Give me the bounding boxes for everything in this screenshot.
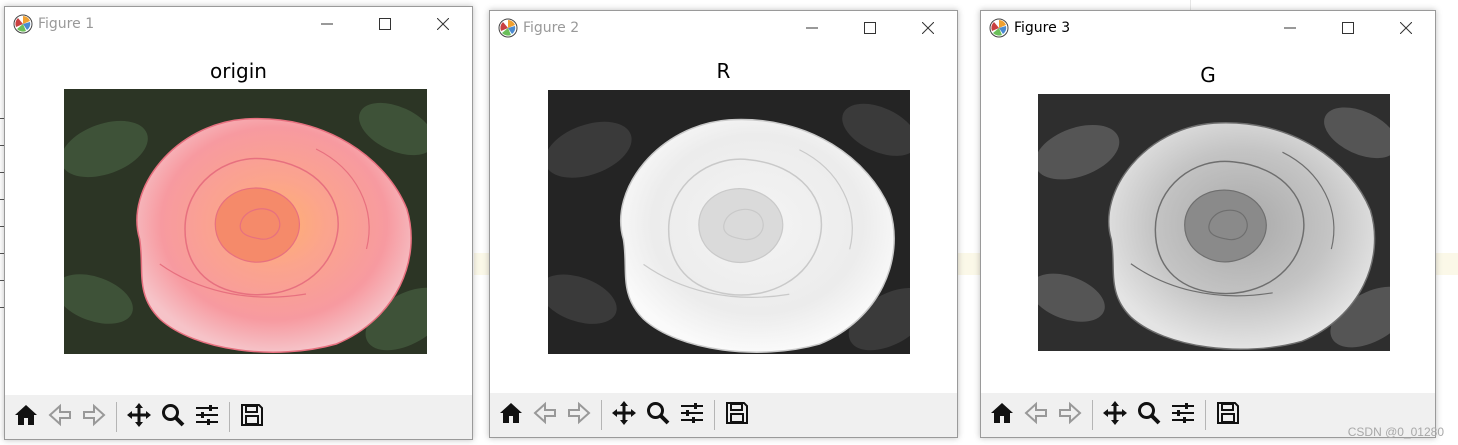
desktop: Figure 1 origin Figure 2 R Figure 3 G CS…: [0, 0, 1458, 445]
pan-icon: [1102, 400, 1128, 430]
window-title: Figure 3: [1014, 20, 1071, 36]
pan-icon: [126, 402, 152, 432]
save-button[interactable]: [235, 399, 269, 435]
forward-arrow-icon: [82, 403, 106, 431]
figure-canvas[interactable]: R: [490, 45, 957, 395]
navigation-toolbar: [490, 393, 957, 437]
zoom-icon: [646, 401, 670, 429]
back-button[interactable]: [1019, 397, 1053, 433]
close-icon: [922, 22, 934, 34]
home-icon: [14, 403, 38, 431]
figure-window[interactable]: Figure 2 R: [489, 10, 958, 438]
pan-button[interactable]: [122, 399, 156, 435]
zoom-icon: [1137, 401, 1161, 429]
home-icon: [990, 401, 1014, 429]
plot-title: origin: [210, 59, 267, 83]
configure-subplots-icon: [680, 401, 704, 429]
toolbar-separator: [714, 400, 715, 430]
window-title: Figure 1: [38, 16, 95, 32]
maximize-button[interactable]: [841, 11, 899, 45]
close-icon: [437, 18, 449, 30]
forward-arrow-icon: [1058, 401, 1082, 429]
pan-icon: [611, 400, 637, 430]
forward-button[interactable]: [1053, 397, 1087, 433]
matplotlib-app-icon: [989, 18, 1009, 38]
back-arrow-icon: [48, 403, 72, 431]
watermark: CSDN @0_01280: [1347, 425, 1444, 439]
back-arrow-icon: [1024, 401, 1048, 429]
zoom-button[interactable]: [641, 397, 675, 433]
pan-button[interactable]: [1098, 397, 1132, 433]
save-button[interactable]: [720, 397, 754, 433]
forward-arrow-icon: [567, 401, 591, 429]
forward-button[interactable]: [562, 397, 596, 433]
figure-canvas[interactable]: G: [981, 45, 1435, 395]
home-icon: [499, 401, 523, 429]
pan-button[interactable]: [607, 397, 641, 433]
minimize-icon: [1284, 22, 1296, 34]
plot-title: R: [716, 59, 731, 83]
minimize-button[interactable]: [783, 11, 841, 45]
rose-red-channel-image: [548, 90, 910, 354]
close-button[interactable]: [899, 11, 957, 45]
figure-window[interactable]: Figure 3 G: [980, 10, 1436, 438]
toolbar-separator: [1092, 400, 1093, 430]
plot-title: G: [1200, 63, 1216, 87]
save-icon: [240, 403, 264, 431]
background-divider: [1190, 0, 1191, 10]
close-button[interactable]: [1377, 11, 1435, 45]
title-bar[interactable]: Figure 1: [5, 7, 472, 41]
toolbar-separator: [601, 400, 602, 430]
home-button[interactable]: [9, 399, 43, 435]
close-icon: [1400, 22, 1412, 34]
minimize-button[interactable]: [1261, 11, 1319, 45]
figure-canvas[interactable]: origin: [5, 41, 472, 397]
title-bar[interactable]: Figure 2: [490, 11, 957, 45]
maximize-icon: [864, 22, 876, 34]
minimize-icon: [321, 18, 333, 30]
back-button[interactable]: [43, 399, 77, 435]
back-button[interactable]: [528, 397, 562, 433]
back-arrow-icon: [533, 401, 557, 429]
zoom-button[interactable]: [156, 399, 190, 435]
window-title: Figure 2: [523, 20, 580, 36]
background-strip: [1436, 253, 1458, 275]
save-button[interactable]: [1211, 397, 1245, 433]
maximize-icon: [379, 18, 391, 30]
forward-button[interactable]: [77, 399, 111, 435]
matplotlib-app-icon: [498, 18, 518, 38]
zoom-button[interactable]: [1132, 397, 1166, 433]
toolbar-separator: [1205, 400, 1206, 430]
rose-image: [64, 89, 427, 354]
toolbar-separator: [229, 402, 230, 432]
configure-subplots-button[interactable]: [675, 397, 709, 433]
configure-subplots-button[interactable]: [1166, 397, 1200, 433]
rose-green-channel-image: [1038, 94, 1390, 351]
configure-subplots-icon: [195, 403, 219, 431]
figure-window[interactable]: Figure 1 origin: [4, 6, 473, 440]
minimize-button[interactable]: [298, 7, 356, 41]
minimize-icon: [806, 22, 818, 34]
title-bar[interactable]: Figure 3: [981, 11, 1435, 45]
maximize-icon: [1342, 22, 1354, 34]
configure-subplots-button[interactable]: [190, 399, 224, 435]
matplotlib-app-icon: [13, 14, 33, 34]
close-button[interactable]: [414, 7, 472, 41]
navigation-toolbar: [5, 395, 472, 439]
save-icon: [725, 401, 749, 429]
zoom-icon: [161, 403, 185, 431]
home-button[interactable]: [494, 397, 528, 433]
background-strip: [474, 253, 490, 275]
home-button[interactable]: [985, 397, 1019, 433]
maximize-button[interactable]: [356, 7, 414, 41]
background-strip: [958, 253, 980, 275]
configure-subplots-icon: [1171, 401, 1195, 429]
maximize-button[interactable]: [1319, 11, 1377, 45]
toolbar-separator: [116, 402, 117, 432]
save-icon: [1216, 401, 1240, 429]
